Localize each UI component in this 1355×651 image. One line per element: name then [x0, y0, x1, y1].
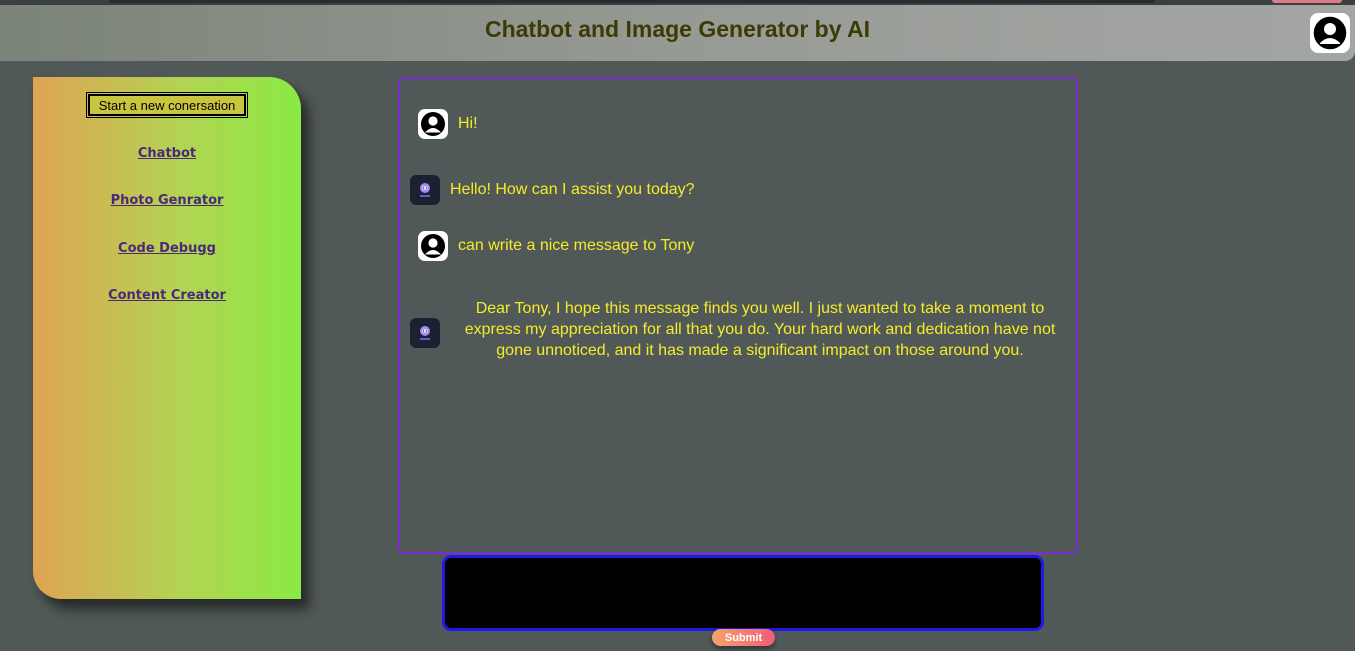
message-text: Hi! [458, 115, 478, 132]
top-accent [1272, 0, 1342, 3]
bot-message [410, 318, 440, 348]
sidebar-link-photo-generator[interactable]: Photo Genrator [33, 193, 301, 208]
sidebar-link-code-debug[interactable]: Code Debugg [33, 241, 301, 256]
sidebar: Start a new conersation Chatbot Photo Ge… [33, 77, 301, 599]
header: Chatbot and Image Generator by AI [0, 5, 1355, 61]
new-conversation-button[interactable]: Start a new conersation [86, 92, 248, 118]
user-message: can write a nice message to Tony [418, 231, 694, 261]
chat-window[interactable]: Hi! Hello! How can I assist you today? c… [398, 77, 1078, 554]
page-title: Chatbot and Image Generator by AI [484, 16, 871, 42]
message-text: Hello! How can I assist you today? [450, 181, 695, 198]
top-bar [110, 0, 1155, 3]
submit-button[interactable]: Submit [712, 629, 775, 646]
user-message: Hi! [418, 109, 478, 139]
bot-icon [410, 175, 440, 205]
message-input[interactable] [442, 555, 1044, 631]
bot-icon [410, 318, 440, 348]
message-text: can write a nice message to Tony [458, 237, 695, 254]
message-text: Dear Tony, I hope this message finds you… [464, 300, 1056, 359]
sidebar-link-content-creator[interactable]: Content Creator [33, 288, 301, 303]
bot-message: Hello! How can I assist you today? [410, 175, 695, 205]
user-avatar-icon [418, 109, 448, 139]
user-avatar-icon[interactable] [1310, 13, 1350, 53]
sidebar-link-chatbot[interactable]: Chatbot [33, 146, 301, 161]
user-avatar-icon [418, 231, 448, 261]
